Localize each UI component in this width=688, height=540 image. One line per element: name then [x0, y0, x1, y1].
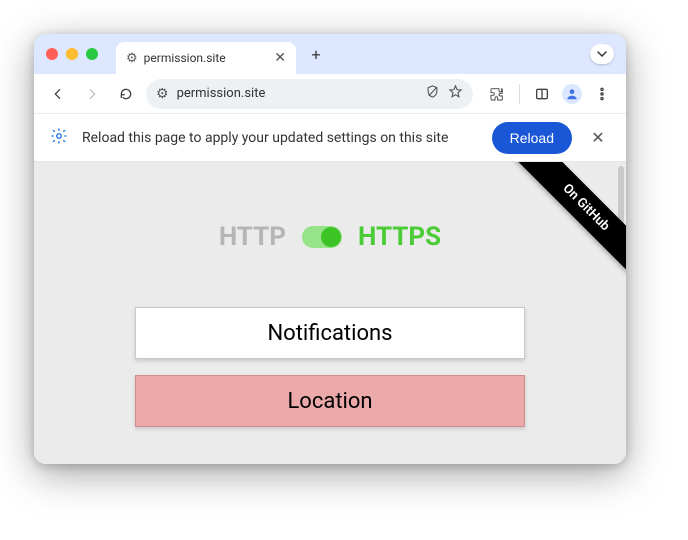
arrow-left-icon: [50, 86, 66, 102]
privacy-shield-icon[interactable]: [425, 84, 440, 103]
page-content: HTTP HTTPS Notifications Location: [34, 162, 626, 427]
close-window-button[interactable]: [46, 48, 58, 60]
side-panel-button[interactable]: [528, 80, 556, 108]
tab-close-button[interactable]: ✕: [274, 51, 286, 65]
chevron-down-icon: [597, 49, 607, 59]
new-tab-button[interactable]: +: [304, 42, 328, 66]
tab-strip: ⚙ permission.site ✕ +: [34, 34, 626, 74]
settings-gear-icon: [50, 127, 68, 149]
http-label: HTTP: [219, 222, 286, 252]
extensions-button[interactable]: [483, 80, 511, 108]
profile-button[interactable]: [562, 84, 582, 104]
protocol-toggle[interactable]: [302, 226, 342, 248]
tab-favicon-tune-icon: ⚙: [126, 51, 138, 66]
site-settings-tune-icon[interactable]: ⚙: [156, 86, 169, 102]
infobar-reload-button[interactable]: Reload: [492, 122, 572, 154]
https-label: HTTPS: [358, 222, 441, 252]
fullscreen-window-button[interactable]: [86, 48, 98, 60]
tab-title: permission.site: [144, 51, 226, 65]
reload-infobar: Reload this page to apply your updated s…: [34, 114, 626, 162]
arrow-right-icon: [84, 86, 100, 102]
protocol-toggle-row: HTTP HTTPS: [34, 222, 626, 252]
infobar-message: Reload this page to apply your updated s…: [82, 130, 478, 146]
puzzle-icon: [489, 86, 505, 102]
kebab-icon: [594, 86, 610, 102]
toolbar: ⚙ permission.site: [34, 74, 626, 114]
menu-button[interactable]: [588, 80, 616, 108]
reload-icon: [118, 86, 134, 102]
url-text: permission.site: [177, 86, 266, 101]
toggle-knob: [321, 227, 341, 247]
address-bar[interactable]: ⚙ permission.site: [146, 79, 473, 109]
bookmark-star-icon[interactable]: [448, 84, 463, 103]
panel-icon: [534, 86, 550, 102]
location-button[interactable]: Location: [135, 375, 525, 427]
infobar-close-button[interactable]: ✕: [586, 126, 610, 150]
permission-buttons: Notifications Location: [34, 307, 626, 427]
forward-button[interactable]: [78, 80, 106, 108]
browser-window: ⚙ permission.site ✕ + ⚙ permission.site: [34, 34, 626, 464]
page-viewport: On GitHub HTTP HTTPS Notifications Locat…: [34, 162, 626, 464]
window-controls: [46, 48, 98, 60]
separator: [519, 84, 520, 104]
back-button[interactable]: [44, 80, 72, 108]
reload-button[interactable]: [112, 80, 140, 108]
minimize-window-button[interactable]: [66, 48, 78, 60]
tab-overflow-button[interactable]: [590, 44, 614, 64]
notifications-button[interactable]: Notifications: [135, 307, 525, 359]
browser-tab[interactable]: ⚙ permission.site ✕: [116, 42, 296, 74]
avatar-icon: [565, 87, 579, 101]
toolbar-actions: [483, 80, 616, 108]
